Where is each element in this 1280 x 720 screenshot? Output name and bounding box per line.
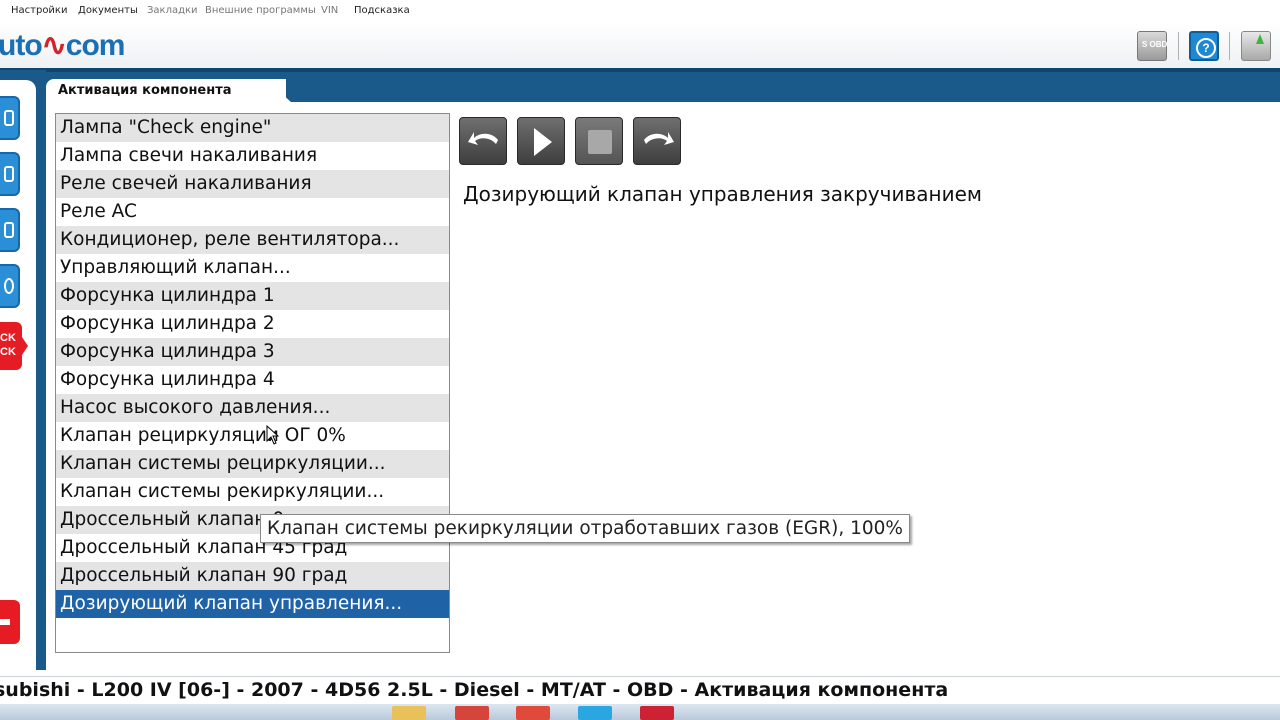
list-item[interactable]: Форсунка цилиндра 4 bbox=[56, 366, 449, 394]
status-text: subishi - L200 IV [06-] - 2007 - 4D56 2.… bbox=[0, 679, 949, 701]
taskbar-app-icon[interactable] bbox=[640, 706, 674, 720]
menu-settings[interactable]: Настройки bbox=[11, 5, 67, 16]
list-item[interactable]: Лампа "Check engine" bbox=[56, 114, 449, 142]
list-item[interactable]: Клапан системы рекиркуляции... bbox=[56, 478, 449, 506]
component-list[interactable]: Лампа "Check engine" Лампа свечи накалива… bbox=[55, 113, 450, 653]
list-item[interactable]: Клапан рециркуляции ОГ 0% bbox=[56, 422, 449, 450]
check-engine-icon[interactable]: CK CK bbox=[0, 322, 28, 370]
list-item[interactable]: Клапан системы рециркуляции... bbox=[56, 450, 449, 478]
list-item[interactable]: Кондиционер, реле вентилятора... bbox=[56, 226, 449, 254]
menu-documents[interactable]: Документы bbox=[78, 5, 138, 16]
app-header: uto∿com S OBD ? bbox=[0, 22, 1280, 68]
mouse-cursor-icon bbox=[266, 425, 280, 445]
obd-icon[interactable]: S OBD bbox=[1137, 31, 1167, 61]
list-item[interactable]: Форсунка цилиндра 2 bbox=[56, 310, 449, 338]
back-button[interactable] bbox=[459, 117, 507, 165]
list-item[interactable]: Управляющий клапан... bbox=[56, 254, 449, 282]
tab-title: Активация компонента bbox=[58, 83, 232, 98]
list-item[interactable]: Реле свечей накаливания bbox=[56, 170, 449, 198]
battery-icon[interactable] bbox=[1241, 31, 1271, 61]
forward-icon bbox=[644, 132, 674, 145]
header-band-top bbox=[0, 68, 1280, 72]
stop-button[interactable] bbox=[575, 117, 623, 165]
tab-edge bbox=[266, 79, 292, 103]
play-button[interactable] bbox=[517, 117, 565, 165]
header-divider bbox=[1178, 32, 1179, 60]
play-icon bbox=[534, 128, 552, 156]
menu-hint[interactable]: Подсказка bbox=[354, 5, 410, 16]
forward-button[interactable] bbox=[633, 117, 681, 165]
transmission-icon[interactable] bbox=[0, 152, 20, 196]
list-item[interactable]: Лампа свечи накаливания bbox=[56, 142, 449, 170]
menu-vin[interactable]: VIN bbox=[321, 5, 338, 16]
taskbar-yandex-icon[interactable] bbox=[516, 706, 550, 720]
component-description: Дозирующий клапан управления закручивани… bbox=[463, 182, 982, 206]
engine-icon[interactable] bbox=[0, 96, 20, 140]
list-item[interactable]: Насос высокого давления... bbox=[56, 394, 449, 422]
header-divider bbox=[1229, 32, 1230, 60]
list-item[interactable]: Реле AC bbox=[56, 198, 449, 226]
back-icon bbox=[468, 132, 498, 145]
menu-bookmarks[interactable]: Закладки bbox=[147, 5, 198, 16]
taskbar-folder-icon[interactable] bbox=[392, 706, 426, 720]
tools-icon[interactable] bbox=[0, 264, 20, 308]
menu-external-programs[interactable]: Внешние программы bbox=[205, 5, 316, 16]
list-item[interactable]: Дозирующий клапан управления... bbox=[56, 590, 449, 618]
stop-icon bbox=[588, 130, 612, 154]
exit-icon[interactable] bbox=[0, 600, 20, 644]
taskbar-browser-icon[interactable] bbox=[455, 706, 489, 720]
list-item[interactable]: Дроссельный клапан 90 град bbox=[56, 562, 449, 590]
taskbar-skype-icon[interactable] bbox=[578, 706, 612, 720]
app-logo: uto∿com bbox=[0, 29, 125, 62]
list-item[interactable]: Форсунка цилиндра 1 bbox=[56, 282, 449, 310]
tooltip: Клапан системы рекиркуляции отработавших… bbox=[260, 514, 910, 543]
menu-bar: Настройки Документы Закладки Внешние про… bbox=[0, 0, 1280, 22]
report-icon[interactable] bbox=[0, 208, 20, 252]
help-icon[interactable]: ? bbox=[1189, 31, 1219, 61]
list-item[interactable]: Форсунка цилиндра 3 bbox=[56, 338, 449, 366]
